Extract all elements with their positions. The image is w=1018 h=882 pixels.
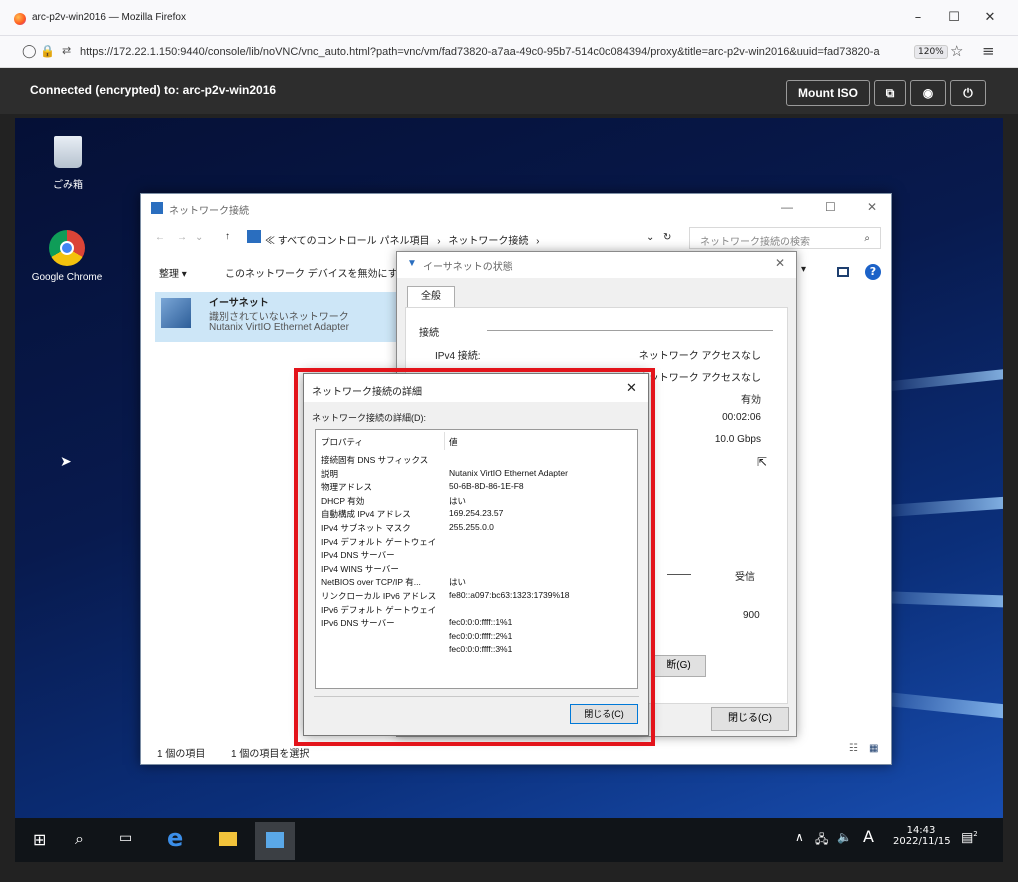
history-dropdown-icon[interactable]: ⌄ — [195, 232, 203, 243]
selected-count: 1 個の項目を選択 — [231, 749, 310, 760]
status-dialog-title: イーサネットの状態 — [423, 262, 513, 273]
search-placeholder: ネットワーク接続の検索 — [700, 237, 810, 248]
maximize-icon[interactable]: ☐ — [825, 200, 836, 214]
adapter-name: イーサネット — [209, 298, 269, 309]
help-icon[interactable]: ? — [865, 264, 881, 280]
menu-icon[interactable]: ≡ — [982, 42, 995, 60]
close-icon[interactable]: ✕ — [775, 256, 785, 270]
clock-time: 14:43 — [906, 825, 936, 836]
ipv4-value: ネットワーク アクセスなし — [638, 351, 761, 362]
permissions-icon[interactable]: ⇄ — [62, 44, 71, 57]
item-count: 1 個の項目 — [157, 749, 206, 760]
preview-pane-icon[interactable] — [837, 267, 849, 277]
back-icon[interactable]: ← — [155, 232, 165, 243]
large-icons-view-icon[interactable]: ▦ — [869, 743, 878, 754]
bookmark-star-icon[interactable]: ☆ — [950, 42, 963, 60]
search-icon: ⌕ — [864, 233, 870, 244]
connection-status: Connected (encrypted) to: arc-p2v-win201… — [30, 83, 277, 97]
address-dropdown-icon[interactable]: ⌄ — [646, 232, 654, 243]
minimize-icon[interactable]: — — [781, 200, 793, 214]
chrome-shortcut[interactable]: Google Chrome — [25, 230, 109, 283]
browser-title-bar: arc-p2v-win2016 — Mozilla Firefox – ☐ ✕ — [0, 0, 1018, 36]
close-icon[interactable]: ✕ — [980, 10, 1000, 25]
shield-icon[interactable]: ◯ — [22, 44, 37, 59]
refresh-icon[interactable]: ↻ — [663, 232, 671, 243]
close-icon[interactable]: ✕ — [867, 200, 877, 214]
url-bar[interactable]: ◯ 🔒 ⇄ https://172.22.1.150:9440/console/… — [0, 36, 1018, 68]
recycle-bin-label: ごみ箱 — [53, 180, 83, 191]
lock-icon[interactable]: 🔒 — [40, 44, 55, 58]
volume-muted-icon[interactable]: 🔈 — [837, 830, 852, 844]
status-close-button[interactable]: 閉じる(C) — [711, 707, 789, 731]
breadcrumb-network-connections[interactable]: ネットワーク接続 — [448, 236, 528, 247]
url-text[interactable]: https://172.22.1.150:9440/console/lib/no… — [80, 46, 880, 58]
speed-value: 10.0 Gbps — [714, 434, 761, 445]
up-icon[interactable]: ↑ — [225, 231, 230, 242]
ipv6-value: ネットワーク アクセスなし — [638, 373, 761, 384]
duration-value: 00:02:06 — [722, 412, 761, 423]
show-hidden-icons[interactable]: ∧ — [795, 830, 804, 844]
received-label: 受信 — [735, 572, 755, 583]
search-icon[interactable]: ⌕ — [75, 829, 84, 849]
control-panel-taskbar-button[interactable] — [255, 822, 295, 860]
highlight-box — [294, 368, 655, 746]
organize-button[interactable]: 整理 ▾ — [159, 265, 187, 280]
control-panel-taskbar-icon — [266, 832, 284, 848]
novnc-toolbar: Connected (encrypted) to: arc-p2v-win201… — [0, 68, 1018, 114]
power-icon[interactable]: ⏻ — [950, 80, 986, 106]
mount-iso-button[interactable]: Mount ISO — [786, 80, 870, 106]
ethernet-status-icon: ▼ — [407, 258, 417, 269]
network-tray-icon[interactable]: 🖧 — [815, 830, 828, 851]
diagnose-button[interactable]: 断(G) — [651, 655, 706, 677]
adapter-status: 識別されていないネットワーク — [209, 312, 349, 323]
ipv4-label: IPv4 接続: — [435, 351, 481, 362]
clock-date: 2022/11/15 — [893, 836, 951, 847]
mouse-cursor-icon: ➤ — [60, 454, 72, 470]
recycle-bin-shortcut[interactable]: ごみ箱 — [40, 136, 96, 191]
network-icon[interactable]: ⧉ — [874, 80, 906, 106]
zoom-level[interactable]: 120% — [914, 45, 948, 59]
browser-window-title: arc-p2v-win2016 — Mozilla Firefox — [32, 12, 186, 23]
clock[interactable]: 14:43 2022/11/15 — [893, 825, 951, 847]
control-panel-small-icon — [247, 230, 261, 243]
media-state-value: 有効 — [741, 395, 761, 406]
ime-indicator[interactable]: A — [863, 827, 874, 846]
recycle-bin-icon — [54, 136, 82, 168]
details-view-icon[interactable]: ☷ — [849, 743, 858, 754]
taskbar: ⊞ ⌕ ▭ e ∧ 🖧 🔈 A 14:43 2022/11/15 ▤2 — [15, 818, 1003, 862]
edge-icon[interactable]: e — [167, 824, 183, 852]
task-view-icon[interactable]: ▭ — [119, 830, 132, 846]
minimize-icon[interactable]: – — [908, 10, 928, 25]
mouse-cursor-icon: ⇱ — [757, 455, 768, 469]
connection-section-label: 接続 — [419, 328, 439, 339]
adapter-ethernet[interactable]: イーサネット 識別されていないネットワーク Nutanix VirtIO Eth… — [155, 292, 401, 342]
breadcrumb[interactable]: ≪ すべてのコントロール パネル項目 › ネットワーク接続 › — [265, 232, 665, 247]
bytes-received: 900 — [743, 610, 760, 621]
camera-icon[interactable]: ◉ — [910, 80, 946, 106]
adapter-device: Nutanix VirtIO Ethernet Adapter — [209, 322, 349, 333]
windows-start-icon[interactable]: ⊞ — [33, 830, 46, 849]
more-dropdown-icon[interactable]: ▾ — [801, 264, 806, 275]
network-adapter-icon — [161, 298, 191, 328]
search-input[interactable]: ネットワーク接続の検索 ⌕ — [689, 227, 881, 249]
notification-icon[interactable]: ▤2 — [961, 830, 978, 845]
tab-general[interactable]: 全般 — [407, 286, 455, 308]
forward-icon[interactable]: → — [177, 232, 187, 243]
chrome-label: Google Chrome — [31, 272, 103, 283]
chrome-icon — [49, 230, 85, 266]
disable-device-button[interactable]: このネットワーク デバイスを無効にする — [225, 265, 408, 280]
file-explorer-icon[interactable] — [219, 832, 237, 846]
breadcrumb-all-items[interactable]: ≪ すべてのコントロール パネル項目 — [265, 236, 429, 247]
firefox-logo-icon — [14, 13, 26, 25]
window-title: ネットワーク接続 — [169, 206, 249, 217]
notification-count: 2 — [973, 830, 978, 838]
control-panel-icon — [151, 202, 163, 214]
maximize-icon[interactable]: ☐ — [944, 10, 964, 25]
